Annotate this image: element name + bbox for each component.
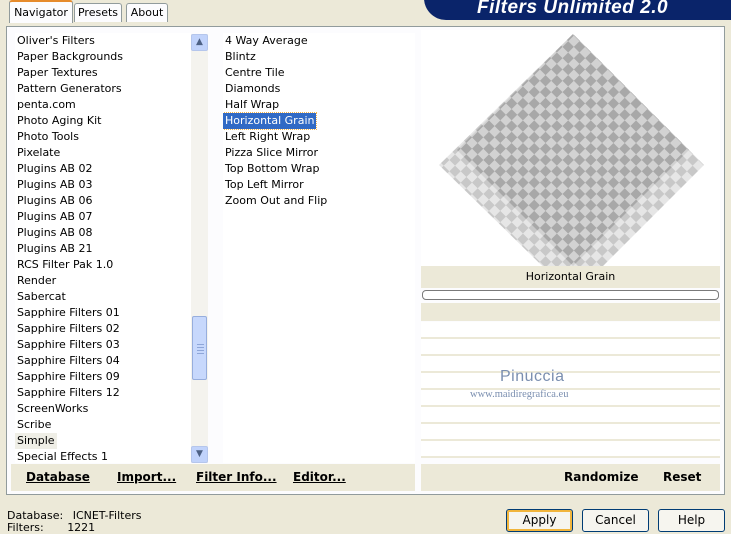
category-list-item[interactable]: Special Effects 1 (15, 449, 110, 463)
category-list-item[interactable]: Sapphire Filters 12 (15, 385, 122, 401)
category-list-item[interactable]: Photo Tools (15, 129, 81, 145)
category-list-item[interactable]: Paper Backgrounds (15, 49, 125, 65)
filter-list-item[interactable]: Pizza Slice Mirror (223, 145, 320, 161)
category-list-item[interactable]: Scribe (15, 417, 53, 433)
preview-image (439, 34, 704, 266)
category-list-item[interactable]: Plugins AB 07 (15, 209, 94, 225)
category-list-item[interactable]: Photo Aging Kit (15, 113, 103, 129)
parameter-row[interactable] (421, 322, 720, 339)
filter-list-item[interactable]: Blintz (223, 49, 258, 65)
chevron-up-icon: ▲ (196, 37, 203, 47)
grip-line (197, 344, 204, 345)
tab-about[interactable]: About (126, 3, 168, 22)
app-title: Filters Unlimited 2.0 (477, 0, 669, 18)
parameter-row[interactable] (421, 356, 720, 373)
filter-list-item[interactable]: Left Right Wrap (223, 129, 312, 145)
preview-filter-name: Horizontal Grain (421, 266, 720, 288)
category-list-item[interactable]: ScreenWorks (15, 401, 90, 417)
tab-presets[interactable]: Presets (74, 3, 122, 22)
filters-status-label: Filters: (7, 521, 44, 534)
grip-line (197, 350, 204, 351)
category-list-item[interactable]: Pixelate (15, 145, 62, 161)
category-list-item[interactable]: Plugins AB 08 (15, 225, 94, 241)
filter-list-item[interactable]: Top Bottom Wrap (223, 161, 322, 177)
parameter-row[interactable] (421, 339, 720, 356)
watermark-url: www.maidiregrafica.eu (470, 389, 569, 400)
parameter-row[interactable] (421, 390, 720, 407)
filter-list-item[interactable]: Horizontal Grain (223, 112, 318, 130)
filter-list-item[interactable]: 4 Way Average (223, 33, 310, 49)
category-list-item[interactable]: Plugins AB 06 (15, 193, 94, 209)
category-list-item[interactable]: Paper Textures (15, 65, 100, 81)
category-list-item[interactable]: Sabercat (15, 289, 68, 305)
category-list-item[interactable]: Simple (15, 433, 57, 449)
grip-line (197, 353, 204, 354)
chevron-down-icon: ▼ (196, 449, 203, 459)
category-list-item[interactable]: RCS Filter Pak 1.0 (15, 257, 115, 273)
filters-status: Filters: 1221 (7, 521, 95, 534)
randomize-button[interactable]: Randomize (564, 464, 638, 491)
left-toolbar: Database Import... Filter Info... Editor… (11, 464, 415, 491)
filter-list[interactable]: 4 Way Average Blintz Centre Tile Diamonds Ha… (223, 33, 415, 463)
filter-list-item[interactable]: Diamonds (223, 81, 282, 97)
category-list-item[interactable]: Plugins AB 21 (15, 241, 94, 257)
category-list-item[interactable]: Plugins AB 03 (15, 177, 94, 193)
category-list-item[interactable]: Sapphire Filters 03 (15, 337, 122, 353)
filter-preview (421, 30, 720, 266)
filter-info-button[interactable]: Filter Info... (196, 464, 277, 491)
reset-button[interactable]: Reset (663, 464, 701, 491)
database-button[interactable]: Database (26, 464, 90, 491)
category-list-item[interactable]: Oliver's Filters (15, 33, 97, 49)
parameter-header (421, 303, 720, 321)
scroll-down-button[interactable]: ▼ (191, 446, 208, 463)
parameter-row[interactable] (421, 424, 720, 441)
editor-button[interactable]: Editor... (293, 464, 346, 491)
filter-list-item[interactable]: Centre Tile (223, 65, 287, 81)
parameter-row[interactable] (421, 373, 720, 390)
grip-line (197, 347, 204, 348)
category-list-item[interactable]: Pattern Generators (15, 81, 124, 97)
filter-list-item[interactable]: Half Wrap (223, 97, 281, 113)
watermark-name: Pinuccia (500, 368, 565, 385)
category-list-item[interactable]: Sapphire Filters 01 (15, 305, 122, 321)
category-list[interactable]: Oliver's Filters Paper Backgrounds Paper T… (15, 33, 191, 463)
scroll-up-button[interactable]: ▲ (191, 34, 208, 51)
category-list-item[interactable]: penta.com (15, 97, 78, 113)
parameter-row[interactable] (421, 441, 720, 458)
category-list-item[interactable]: Sapphire Filters 02 (15, 321, 122, 337)
scroll-thumb[interactable] (192, 316, 207, 380)
filter-list-item[interactable]: Top Left Mirror (223, 177, 306, 193)
tab-navigator[interactable]: Navigator (9, 0, 73, 23)
category-list-item[interactable]: Sapphire Filters 09 (15, 369, 122, 385)
filters-status-value: 1221 (67, 521, 96, 534)
import-button[interactable]: Import... (117, 464, 176, 491)
category-list-item[interactable]: Render (15, 273, 58, 289)
category-list-item[interactable]: Plugins AB 02 (15, 161, 94, 177)
parameter-row[interactable] (421, 407, 720, 424)
category-scrollbar[interactable]: ▲ ▼ (191, 34, 208, 463)
progress-bar (422, 290, 719, 300)
filter-list-item[interactable]: Zoom Out and Flip (223, 193, 329, 209)
category-list-item[interactable]: Sapphire Filters 04 (15, 353, 122, 369)
right-toolbar: Randomize Reset (421, 464, 720, 491)
